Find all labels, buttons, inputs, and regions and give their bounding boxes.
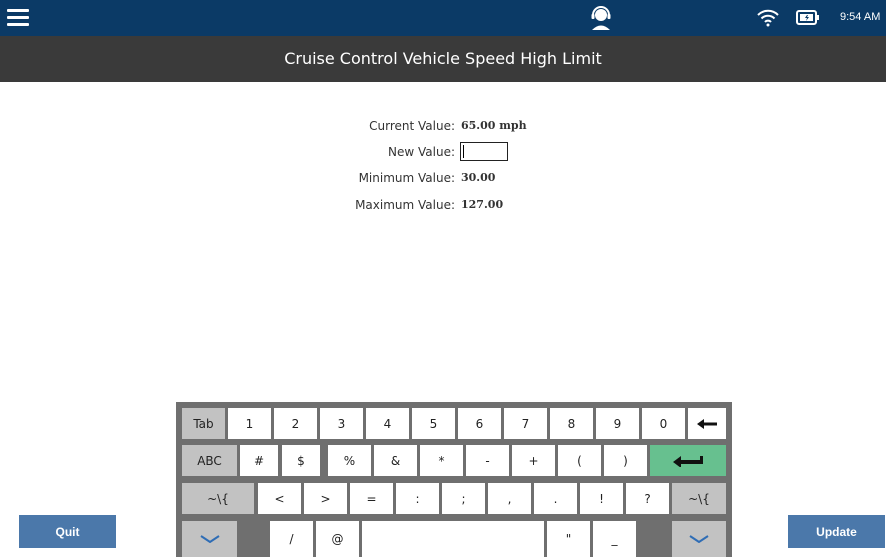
key-7[interactable]: 7 [504, 408, 547, 439]
enter-key[interactable] [650, 445, 726, 476]
hide-keyboard-button-left[interactable] [182, 521, 237, 557]
current-value: 65.00 mph [461, 119, 527, 132]
key-minus[interactable]: - [466, 445, 509, 476]
key-percent[interactable]: % [328, 445, 371, 476]
text-caret [463, 145, 464, 158]
space-bar[interactable] [362, 521, 544, 557]
key-dollar[interactable]: $ [282, 445, 320, 476]
enter-arrow-icon [673, 455, 703, 467]
key-3[interactable]: 3 [320, 408, 363, 439]
key-colon[interactable]: : [396, 483, 439, 514]
support-agent-icon[interactable] [588, 5, 614, 31]
key-greater-than[interactable]: > [304, 483, 347, 514]
key-9[interactable]: 9 [596, 408, 639, 439]
backspace-key[interactable] [688, 408, 726, 439]
wifi-icon [757, 9, 779, 27]
key-underscore[interactable]: _ [593, 521, 636, 557]
key-0[interactable]: 0 [642, 408, 685, 439]
chevron-down-icon [689, 535, 709, 543]
key-equals[interactable]: = [350, 483, 393, 514]
clock: 9:54 AM [840, 11, 881, 23]
minimum-value: 30.00 [461, 171, 496, 184]
key-plus[interactable]: + [512, 445, 555, 476]
new-value-input[interactable] [460, 142, 508, 161]
minimum-value-label: Minimum Value: [358, 171, 455, 185]
key-4[interactable]: 4 [366, 408, 409, 439]
key-abc[interactable]: ABC [182, 445, 237, 476]
battery-icon [796, 10, 819, 25]
key-exclamation[interactable]: ! [580, 483, 623, 514]
key-open-paren[interactable]: ( [558, 445, 601, 476]
current-value-row: Current Value: 65.00 mph [0, 117, 886, 135]
key-semicolon[interactable]: ; [442, 483, 485, 514]
key-symbols-left[interactable]: ~\{ [182, 483, 254, 514]
key-tab[interactable]: Tab [182, 408, 225, 439]
status-bar: 9:54 AM [0, 0, 886, 36]
on-screen-keyboard: Tab 1 2 3 4 5 6 7 8 9 0 ABC # $ % & * - … [176, 402, 732, 557]
current-value-label: Current Value: [369, 119, 455, 133]
chevron-down-icon [199, 535, 220, 543]
key-at[interactable]: @ [316, 521, 359, 557]
key-double-quote[interactable]: " [547, 521, 590, 557]
quit-button[interactable]: Quit [19, 515, 116, 548]
new-value-row: New Value: [0, 142, 886, 161]
minimum-value-row: Minimum Value: 30.00 [0, 169, 886, 187]
key-asterisk[interactable]: * [420, 445, 463, 476]
hamburger-menu-icon[interactable] [7, 7, 31, 29]
maximum-value: 127.00 [461, 198, 504, 211]
new-value-label: New Value: [388, 145, 455, 159]
page-title: Cruise Control Vehicle Speed High Limit [0, 36, 886, 82]
key-less-than[interactable]: < [258, 483, 301, 514]
key-slash[interactable]: / [270, 521, 313, 557]
key-8[interactable]: 8 [550, 408, 593, 439]
key-5[interactable]: 5 [412, 408, 455, 439]
backspace-icon [697, 418, 717, 429]
key-1[interactable]: 1 [228, 408, 271, 439]
maximum-value-row: Maximum Value: 127.00 [0, 196, 886, 214]
maximum-value-label: Maximum Value: [355, 198, 455, 212]
hide-keyboard-button-right[interactable] [672, 521, 726, 557]
key-symbols-right[interactable]: ~\{ [672, 483, 726, 514]
key-2[interactable]: 2 [274, 408, 317, 439]
update-button[interactable]: Update [788, 515, 885, 548]
key-close-paren[interactable]: ) [604, 445, 647, 476]
key-ampersand[interactable]: & [374, 445, 417, 476]
key-comma[interactable]: , [488, 483, 531, 514]
key-question[interactable]: ? [626, 483, 669, 514]
key-6[interactable]: 6 [458, 408, 501, 439]
key-period[interactable]: . [534, 483, 577, 514]
key-hash[interactable]: # [240, 445, 278, 476]
